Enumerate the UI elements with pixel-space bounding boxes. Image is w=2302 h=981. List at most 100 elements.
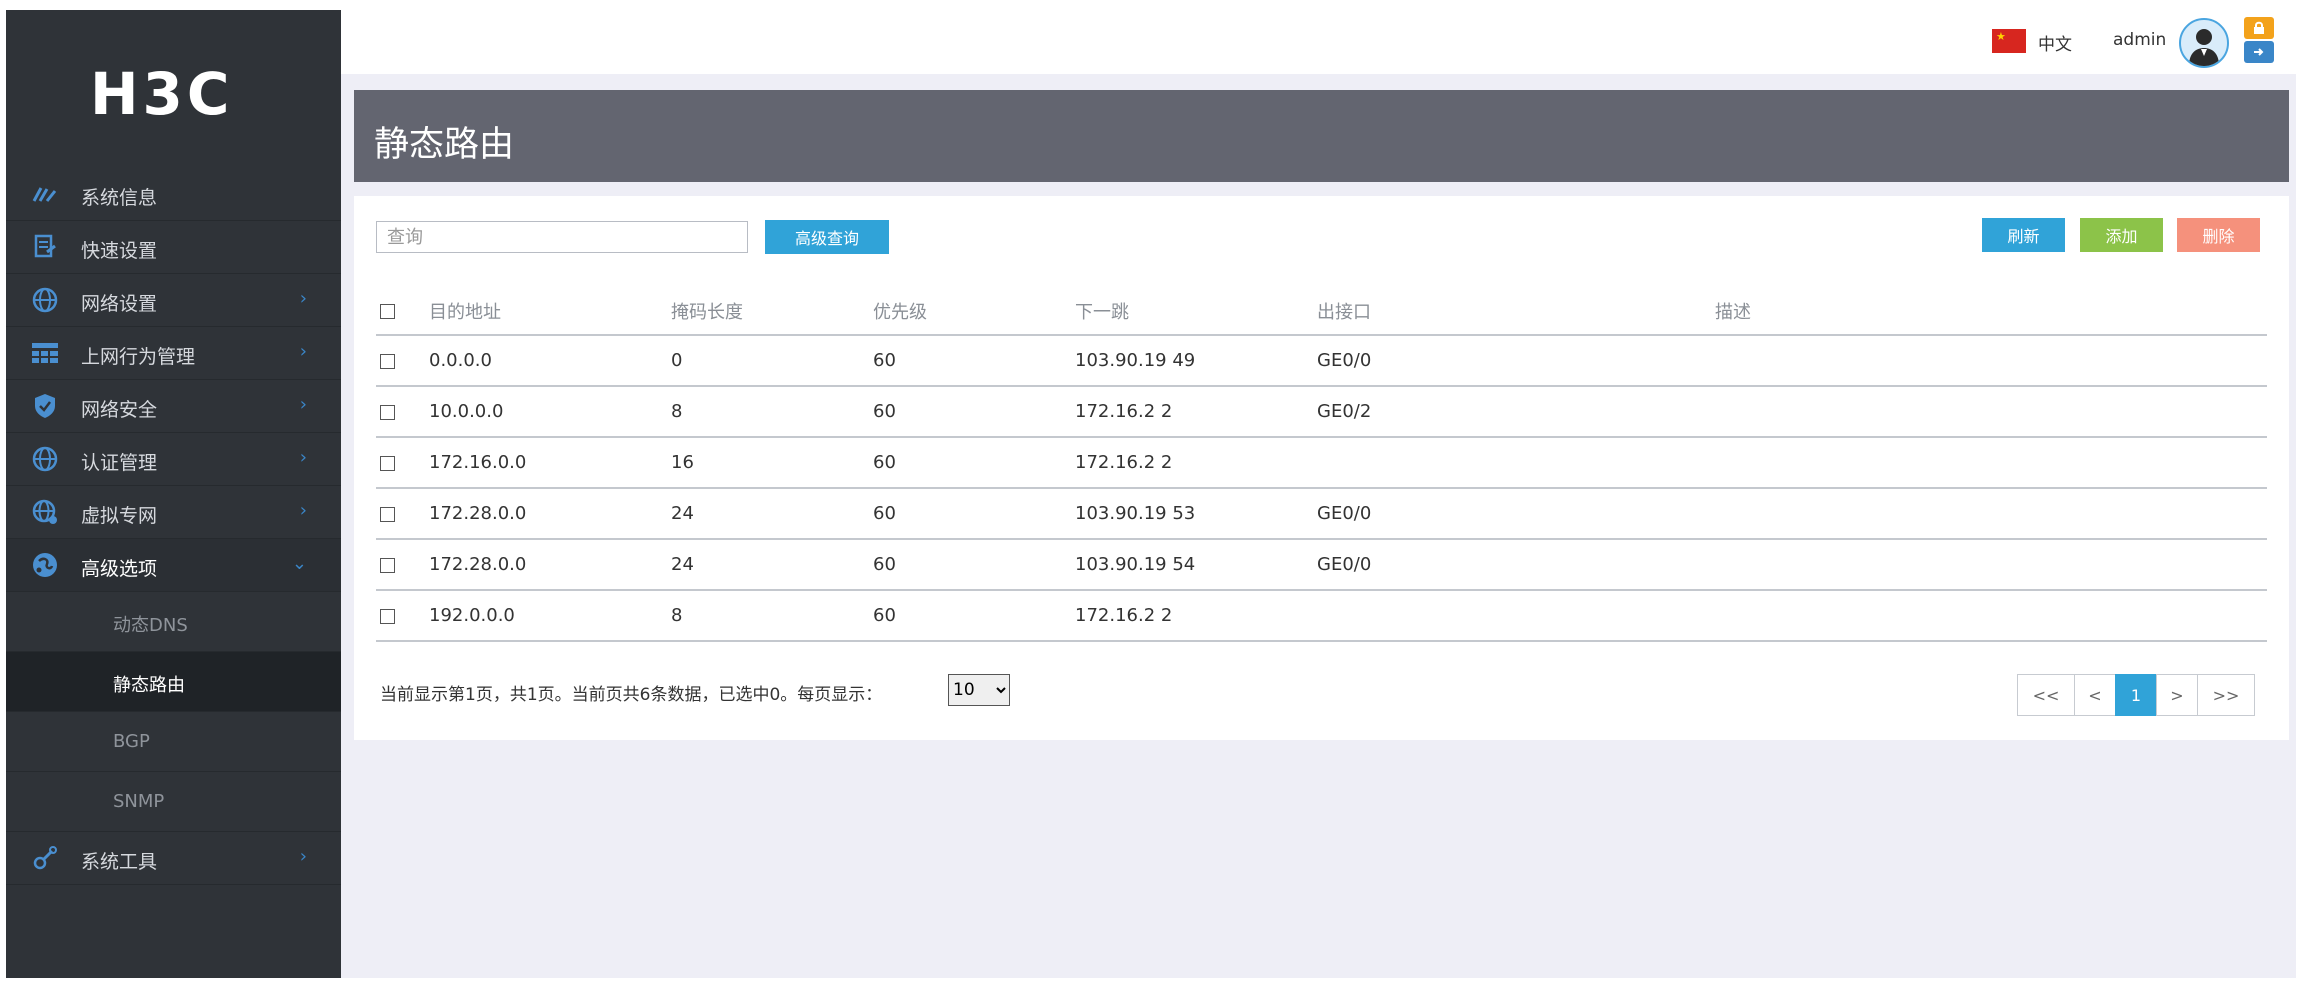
cell-interface: GE0/2	[1317, 386, 1715, 438]
user-avatar-icon[interactable]	[2179, 18, 2229, 68]
shield-icon	[30, 392, 60, 420]
cell-interface: GE0/0	[1317, 335, 1715, 387]
sidebar-subitem-snmp[interactable]: SNMP	[6, 772, 341, 832]
sidebar-item-label: 上网行为管理	[81, 346, 196, 368]
row-checkbox[interactable]	[380, 353, 395, 369]
chevron-right-icon: ›	[299, 447, 307, 468]
cell-mask-length: 16	[671, 437, 873, 489]
table-row[interactable]: 172.16.0.0 16 60 172.16.2 2	[376, 437, 2267, 489]
main-panel: 高级查询 刷新 添加 删除 目的地址 掩码长度 优先级 下一跳 出接口 描述 0…	[354, 196, 2289, 740]
china-flag-icon: ★	[1992, 29, 2026, 53]
cell-destination: 172.28.0.0	[429, 539, 671, 591]
sidebar-item-network-security[interactable]: 网络安全 ›	[6, 380, 341, 433]
table-row[interactable]: 192.0.0.0 8 60 172.16.2 2	[376, 590, 2267, 642]
grid-icon	[30, 339, 60, 367]
sidebar-item-behavior-management[interactable]: 上网行为管理 ›	[6, 327, 341, 380]
sidebar-subitem-label: 静态路由	[113, 675, 185, 696]
logout-icon[interactable]	[2244, 41, 2274, 63]
sidebar-item-label: 系统工具	[81, 851, 158, 873]
table-header-row: 目的地址 掩码长度 优先级 下一跳 出接口 描述	[376, 288, 2267, 336]
lock-icon[interactable]	[2244, 17, 2274, 39]
sidebar-item-vpn[interactable]: 虚拟专网 ›	[6, 486, 341, 539]
cell-priority: 60	[873, 488, 1075, 540]
table-row[interactable]: 10.0.0.0 8 60 172.16.2 2 GE0/2	[376, 386, 2267, 438]
next-page-button[interactable]: >	[2156, 674, 2198, 716]
cell-next-hop: 103.90.19 49	[1075, 335, 1317, 387]
column-header-destination[interactable]: 目的地址	[429, 288, 671, 336]
sidebar-item-label: 系统信息	[81, 187, 158, 209]
column-header-description[interactable]: 描述	[1715, 288, 2267, 336]
cell-next-hop: 172.16.2 2	[1075, 386, 1317, 438]
row-checkbox[interactable]	[380, 506, 395, 522]
sidebar-item-label: 认证管理	[81, 452, 158, 474]
h3c-logo: H3C	[90, 60, 234, 128]
sidebar-subitem-bgp[interactable]: BGP	[6, 712, 341, 772]
column-header-mask-length[interactable]: 掩码长度	[671, 288, 873, 336]
column-header-priority[interactable]: 优先级	[873, 288, 1075, 336]
page-size-select[interactable]: 10	[948, 674, 1010, 706]
table-row[interactable]: 0.0.0.0 0 60 103.90.19 49 GE0/0	[376, 335, 2267, 387]
sidebar-item-network-settings[interactable]: 网络设置 ›	[6, 274, 341, 327]
tools-icon	[30, 844, 60, 872]
cell-interface: GE0/0	[1317, 488, 1715, 540]
table-row[interactable]: 172.28.0.0 24 60 103.90.19 54 GE0/0	[376, 539, 2267, 591]
sidebar-item-advanced[interactable]: 高级选项 ⌄	[6, 539, 341, 592]
cell-description	[1715, 590, 2267, 642]
chevron-right-icon: ›	[299, 500, 307, 521]
pagination-status: 当前显示第1页，共1页。当前页共6条数据，已选中0。每页显示：	[380, 685, 883, 705]
cell-destination: 192.0.0.0	[429, 590, 671, 642]
last-page-button[interactable]: >>	[2197, 674, 2255, 716]
cell-mask-length: 8	[671, 386, 873, 438]
cell-next-hop: 172.16.2 2	[1075, 590, 1317, 642]
select-all-cell	[376, 288, 429, 336]
column-header-interface[interactable]: 出接口	[1317, 288, 1715, 336]
cell-priority: 60	[873, 335, 1075, 387]
sidebar-item-quick-setup[interactable]: 快速设置	[6, 221, 341, 274]
row-checkbox[interactable]	[380, 557, 395, 573]
sidebar-item-system-info[interactable]: 系统信息	[6, 168, 341, 221]
sidebar-item-auth-management[interactable]: 认证管理 ›	[6, 433, 341, 486]
delete-button[interactable]: 删除	[2177, 218, 2260, 252]
column-header-next-hop[interactable]: 下一跳	[1075, 288, 1317, 336]
prev-page-button[interactable]: <	[2074, 674, 2116, 716]
sidebar-subitem-label: 动态DNS	[113, 615, 188, 636]
sidebar-subitem-label: SNMP	[113, 791, 165, 812]
select-all-checkbox[interactable]	[380, 304, 395, 319]
cell-destination: 172.16.0.0	[429, 437, 671, 489]
search-input[interactable]	[376, 221, 748, 253]
page-title-bar: 静态路由	[354, 90, 2289, 182]
username-label: admin	[2113, 30, 2167, 50]
row-checkbox[interactable]	[380, 608, 395, 624]
cell-description	[1715, 386, 2267, 438]
cell-mask-length: 0	[671, 335, 873, 387]
add-button[interactable]: 添加	[2080, 218, 2163, 252]
sidebar-item-label: 网络安全	[81, 399, 158, 421]
cell-interface: GE0/0	[1317, 539, 1715, 591]
sidebar-item-label: 网络设置	[81, 293, 158, 315]
advanced-search-button[interactable]: 高级查询	[765, 220, 889, 254]
row-checkbox[interactable]	[380, 455, 395, 471]
chevron-right-icon: ›	[299, 394, 307, 415]
sidebar: H3C 系统信息 快速设置 网络设置 › 上网行为管理 › 网络安全 › 认证管…	[6, 10, 341, 978]
refresh-button[interactable]: 刷新	[1982, 218, 2065, 252]
cell-mask-length: 8	[671, 590, 873, 642]
app-frame: H3C 系统信息 快速设置 网络设置 › 上网行为管理 › 网络安全 › 认证管…	[6, 10, 2296, 978]
sidebar-subitem-ddns[interactable]: 动态DNS	[6, 592, 341, 652]
logo-area: H3C	[6, 10, 341, 168]
sidebar-item-system-tools[interactable]: 系统工具 ›	[6, 832, 341, 885]
cell-interface	[1317, 590, 1715, 642]
row-checkbox[interactable]	[380, 404, 395, 420]
cell-priority: 60	[873, 386, 1075, 438]
first-page-button[interactable]: <<	[2017, 674, 2075, 716]
globe-icon	[30, 445, 60, 473]
page-1-button[interactable]: 1	[2115, 674, 2157, 716]
language-switch[interactable]: 中文	[2038, 30, 2072, 55]
row-checkbox-cell	[376, 335, 429, 387]
sidebar-item-label: 高级选项	[81, 558, 158, 580]
table-row[interactable]: 172.28.0.0 24 60 103.90.19 53 GE0/0	[376, 488, 2267, 540]
cell-interface	[1317, 437, 1715, 489]
globe-icon	[30, 286, 60, 314]
sidebar-subitem-static-route[interactable]: 静态路由	[6, 652, 341, 712]
chevron-right-icon: ›	[299, 288, 307, 309]
cell-priority: 60	[873, 539, 1075, 591]
